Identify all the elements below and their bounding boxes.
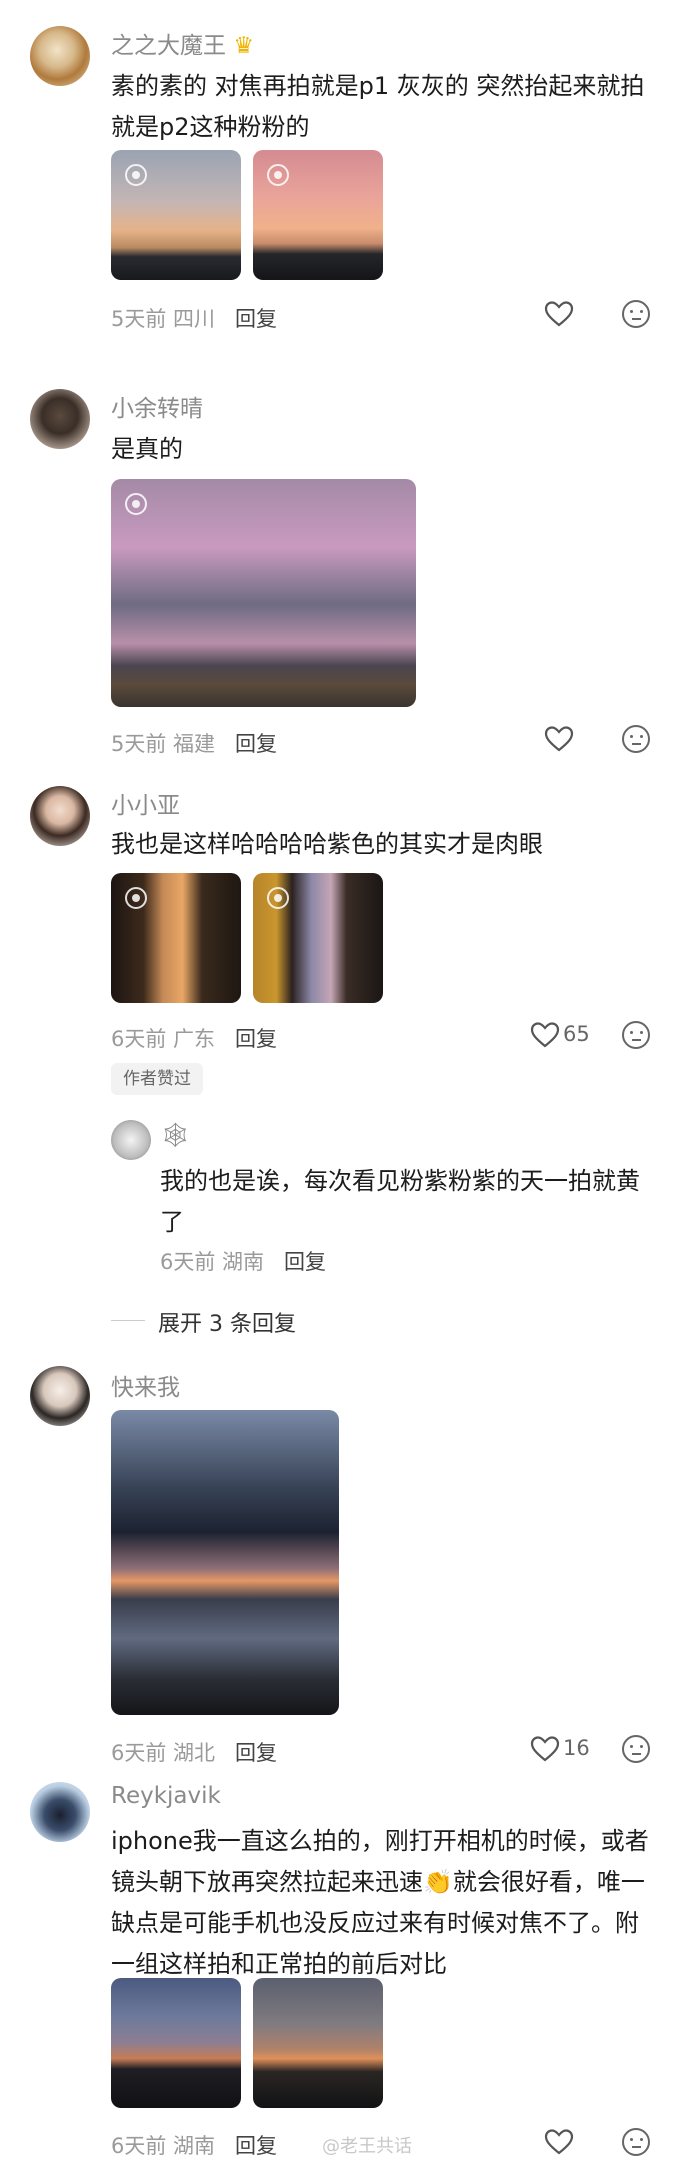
heart-icon[interactable] (544, 725, 574, 753)
user-name[interactable]: 小小亚 (111, 786, 180, 820)
reply-meta: 6天前 湖南 回复 (160, 1250, 327, 1274)
reply-user-name[interactable]: 🕸 (160, 1121, 190, 1149)
lens-icon (125, 493, 147, 515)
comment-text: 素的素的 对焦再拍就是p1 灰灰的 突然抬起来就拍就是p2这种粉粉的 (111, 72, 645, 141)
photo-thumbnail[interactable] (111, 873, 241, 1003)
user-name[interactable]: 小余转晴 (111, 389, 203, 423)
emoji-icon[interactable] (622, 1735, 650, 1763)
photo-thumbnail[interactable] (111, 150, 241, 280)
user-name[interactable]: 快来我 (111, 1368, 180, 1402)
photo-thumbnail[interactable] (111, 1978, 241, 2108)
avatar[interactable] (30, 1782, 90, 1842)
reply-avatar[interactable] (111, 1120, 151, 1160)
comment-meta: 6天前 湖南 回复 (111, 2134, 278, 2158)
like-count: 65 (563, 1022, 590, 1046)
reply-button[interactable]: 回复 (284, 1250, 326, 1274)
divider (111, 1320, 145, 1321)
reply-text: 我的也是诶，每次看见粉紫粉紫的天一拍就黄了 (160, 1167, 640, 1236)
avatar[interactable] (30, 26, 90, 86)
expand-replies-button[interactable]: 展开 3 条回复 (158, 1306, 296, 1338)
heart-icon[interactable] (544, 2128, 574, 2156)
photo-thumbnail[interactable] (253, 150, 383, 280)
lens-icon (267, 887, 289, 909)
emoji-icon[interactable] (622, 1021, 650, 1049)
comment-meta: 5天前 四川 回复 (111, 307, 278, 331)
comment-meta: 6天前 湖北 回复 (111, 1741, 278, 1765)
reply-button[interactable]: 回复 (235, 1027, 277, 1051)
reply-button[interactable]: 回复 (235, 307, 277, 331)
photo-thumbnail[interactable] (253, 873, 383, 1003)
emoji-icon[interactable] (622, 2128, 650, 2156)
crown-icon: ♛ (233, 33, 254, 59)
reply-button[interactable]: 回复 (235, 2134, 277, 2158)
heart-icon[interactable] (544, 300, 574, 328)
emoji-icon[interactable] (622, 725, 650, 753)
like-count: 16 (563, 1736, 590, 1760)
comment-meta: 6天前 广东 回复 (111, 1027, 278, 1051)
reply-button[interactable]: 回复 (235, 732, 277, 756)
avatar[interactable] (30, 389, 90, 449)
photo-thumbnail[interactable] (111, 1410, 339, 1715)
user-name[interactable]: 之之大魔王 ♛ (111, 26, 254, 60)
comment-text: 是真的 (111, 435, 183, 463)
comment-meta: 5天前 福建 回复 (111, 732, 278, 756)
heart-icon[interactable] (530, 1021, 560, 1049)
watermark: @老王共话 (322, 2136, 412, 2157)
comment-text: 我也是这样哈哈哈哈紫色的其实才是肉眼 (111, 830, 543, 858)
avatar[interactable] (30, 786, 90, 846)
user-name[interactable]: Reykjavik (111, 1783, 221, 1809)
avatar[interactable] (30, 1366, 90, 1426)
emoji-icon[interactable] (622, 300, 650, 328)
author-liked-badge: 作者赞过 (111, 1063, 203, 1095)
lens-icon (125, 887, 147, 909)
comment-text: iphone我一直这么拍的，刚打开相机的时候，或者镜头朝下放再突然拉起来迅速👏就… (111, 1827, 649, 1978)
lens-icon (125, 164, 147, 186)
lens-icon (267, 164, 289, 186)
photo-thumbnail[interactable] (111, 479, 416, 707)
photo-thumbnail[interactable] (253, 1978, 383, 2108)
reply-button[interactable]: 回复 (235, 1741, 277, 1765)
heart-icon[interactable] (530, 1735, 560, 1763)
